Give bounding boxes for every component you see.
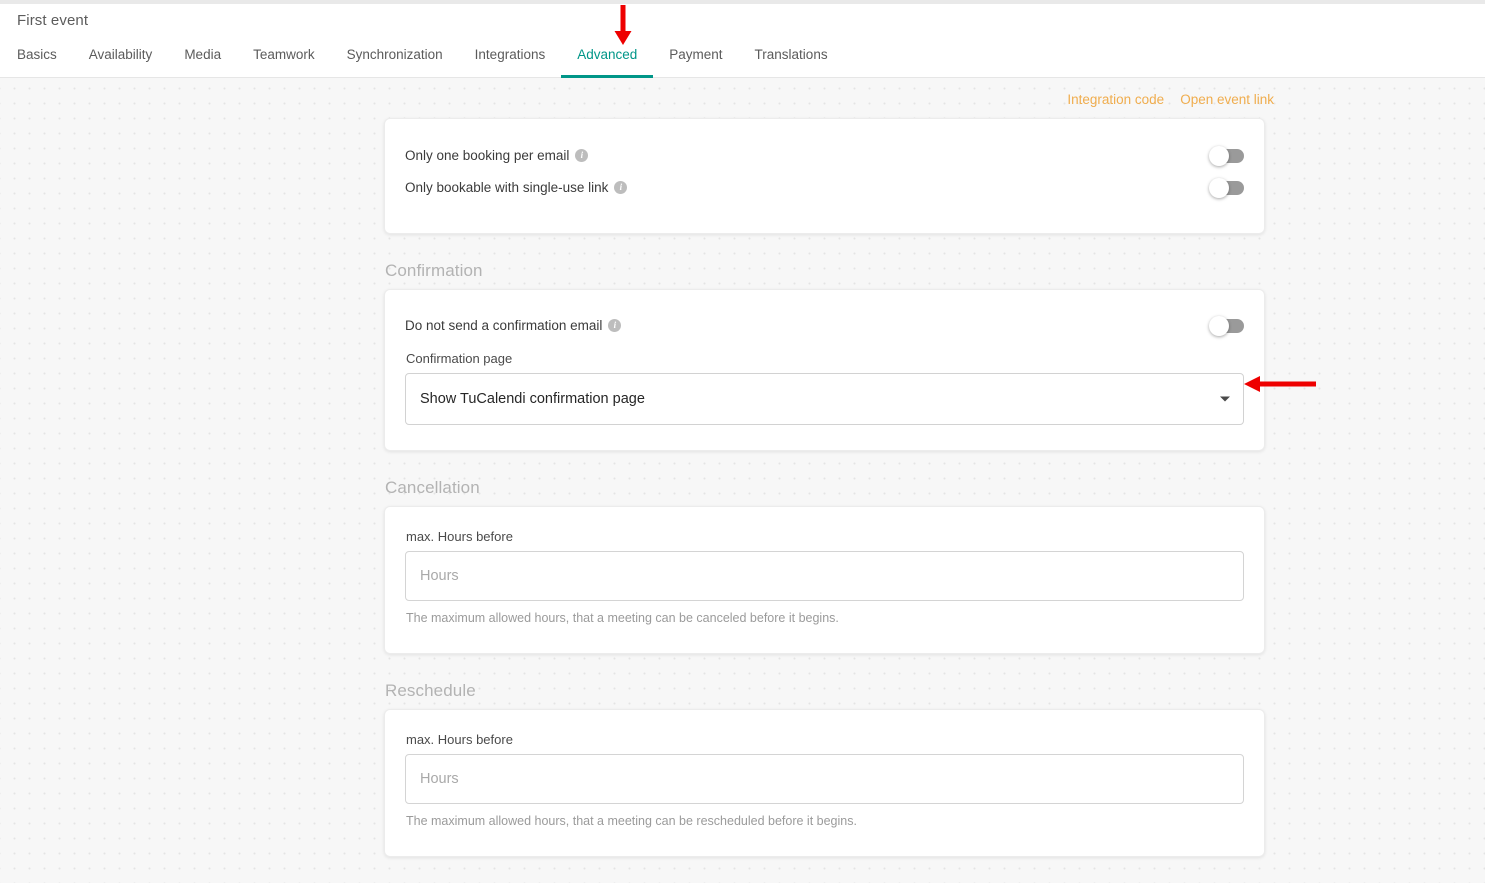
top-action-links: Integration code Open event link [1067,92,1274,107]
toggle-do-not-send-confirmation-email[interactable] [1209,315,1244,336]
tab-advanced[interactable]: Advanced [561,47,654,78]
label-cancellation-max-hours-before: max. Hours before [406,529,513,544]
open-event-link[interactable]: Open event link [1180,92,1274,107]
tab-basics[interactable]: Basics [0,47,73,78]
cancellation-hours-input[interactable] [405,551,1244,601]
reschedule-card: max. Hours before The maximum allowed ho… [384,709,1265,857]
main-content: Integration code Open event link Only on… [0,79,1485,883]
row-only-bookable-single-use-link: Only bookable with single-use link i [405,174,1244,201]
tab-media[interactable]: Media [168,47,237,78]
settings-column: Only one booking per email i Only bookab… [384,118,1265,883]
toggle-only-bookable-single-use-link[interactable] [1209,177,1244,198]
tab-availability[interactable]: Availability [73,47,169,78]
integration-code-link[interactable]: Integration code [1067,92,1164,107]
confirmation-page-select-value: Show TuCalendi confirmation page [420,391,645,407]
section-title-reschedule: Reschedule [385,681,476,700]
label-confirmation-page: Confirmation page [406,351,513,366]
section-title-cancellation: Cancellation [385,478,480,497]
confirmation-page-select[interactable]: Show TuCalendi confirmation page [405,373,1244,425]
booking-options-card: Only one booking per email i Only bookab… [384,118,1265,234]
label-only-bookable-single-use-link: Only bookable with single-use link i [405,180,628,195]
row-only-one-booking-per-email: Only one booking per email i [405,142,1244,169]
toggle-only-one-booking-per-email[interactable] [1209,145,1244,166]
tab-payment[interactable]: Payment [653,47,738,78]
page-title: First event [17,12,89,29]
toggle-knob [1209,177,1229,198]
reschedule-hours-input[interactable] [405,754,1244,804]
cancellation-hint: The maximum allowed hours, that a meetin… [406,611,839,625]
label-only-one-booking-per-email: Only one booking per email i [405,148,589,163]
label-reschedule-max-hours-before: max. Hours before [406,732,513,747]
info-icon[interactable]: i [608,319,622,332]
cancellation-card: max. Hours before The maximum allowed ho… [384,506,1265,654]
tab-integrations[interactable]: Integrations [459,47,562,78]
row-do-not-send-confirmation-email: Do not send a confirmation email i [405,312,1244,339]
tab-translations[interactable]: Translations [739,47,844,78]
toggle-knob [1209,315,1229,336]
chevron-down-icon [1220,396,1230,402]
label-do-not-send-confirmation-email: Do not send a confirmation email i [405,318,622,333]
tab-synchronization[interactable]: Synchronization [331,47,459,78]
tab-teamwork[interactable]: Teamwork [237,47,331,78]
confirmation-card: Do not send a confirmation email i Confi… [384,289,1265,451]
only-one-booking-per-email-text: Only one booking per email [405,148,570,163]
toggle-knob [1209,145,1229,166]
app-header: First event Basics Availability Media Te… [0,4,1485,78]
reschedule-hint: The maximum allowed hours, that a meetin… [406,814,857,828]
do-not-send-confirmation-email-text: Do not send a confirmation email [405,318,603,333]
section-title-confirmation: Confirmation [385,261,483,280]
only-bookable-single-use-link-text: Only bookable with single-use link [405,180,609,195]
info-icon[interactable]: i [575,149,589,162]
tab-bar: Basics Availability Media Teamwork Synch… [0,40,844,78]
info-icon[interactable]: i [614,181,628,194]
